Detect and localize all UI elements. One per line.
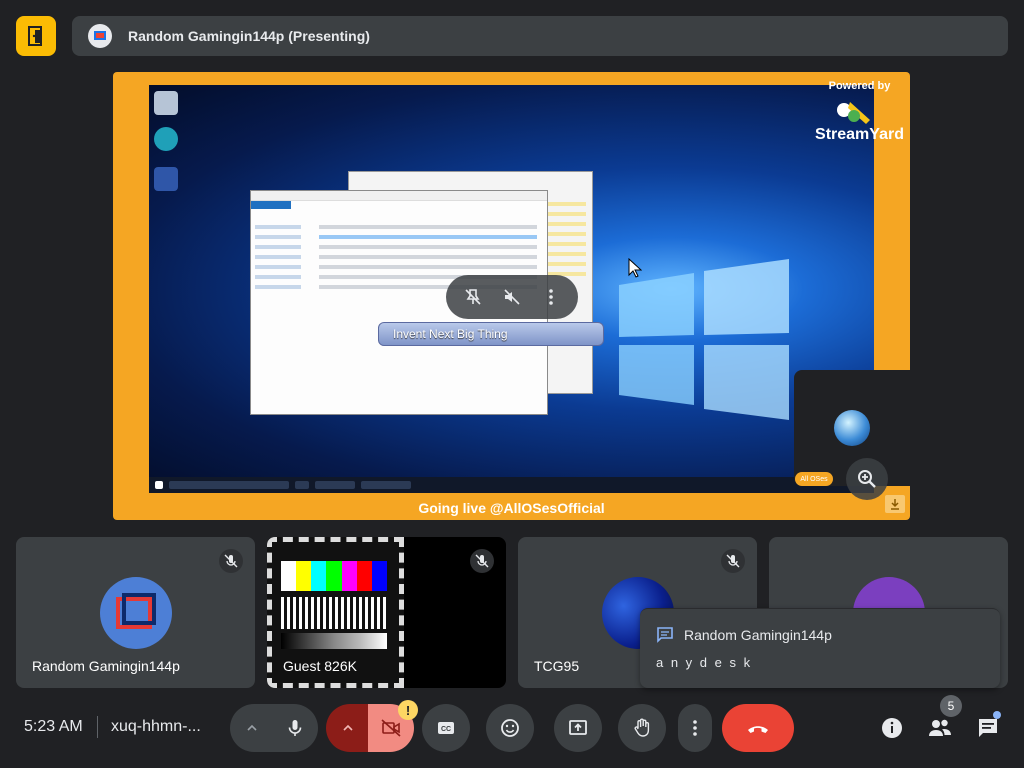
participants-count-badge: 5 xyxy=(940,695,962,717)
meeting-details-button[interactable] xyxy=(878,714,906,742)
participant-tile[interactable]: Random Gamingin144p xyxy=(16,537,255,688)
mouse-cursor-icon xyxy=(628,258,642,278)
participant-tile[interactable]: Guest 826K xyxy=(267,537,506,688)
mic-off-icon xyxy=(470,549,494,573)
mic-off-icon xyxy=(721,549,745,573)
reactions-button[interactable] xyxy=(486,704,534,752)
camera-avatar xyxy=(834,410,870,446)
presenter-title: Random Gamingin144p (Presenting) xyxy=(128,28,370,44)
chat-icon xyxy=(979,719,997,737)
app-shortcut-icon xyxy=(154,167,178,191)
participant-name: TCG95 xyxy=(534,658,580,674)
divider xyxy=(97,716,98,738)
tile-overlay-controls xyxy=(446,275,578,319)
captions-button[interactable]: CC xyxy=(422,704,470,752)
chat-notification[interactable]: Random Gamingin144p a n y d e s k xyxy=(640,608,1000,688)
pin-off-icon[interactable] xyxy=(463,287,483,307)
download-icon xyxy=(885,495,905,513)
present-screen-icon xyxy=(88,24,112,48)
streamyard-logo-icon xyxy=(837,102,870,124)
windows-taskbar xyxy=(149,477,874,493)
meeting-code[interactable]: xuq-hhmn-... xyxy=(111,718,201,736)
chat-unread-dot xyxy=(993,711,1001,719)
participant-name: Random Gamingin144p xyxy=(32,658,180,674)
call-end-icon xyxy=(748,726,768,733)
present-now-button[interactable] xyxy=(554,704,602,752)
participants-button[interactable] xyxy=(926,714,954,742)
mic-off-icon xyxy=(219,549,243,573)
present-to-all-icon xyxy=(569,720,587,735)
video-options-button[interactable] xyxy=(326,704,370,752)
windows-logo-icon xyxy=(619,259,789,420)
svg-text:CC: CC xyxy=(441,726,451,733)
microphone-button[interactable] xyxy=(272,704,318,752)
meeting-time: 5:23 AM xyxy=(24,718,83,735)
people-icon xyxy=(929,719,951,736)
emoji-icon xyxy=(501,719,519,737)
recycle-bin-icon xyxy=(154,91,178,115)
raise-hand-button[interactable] xyxy=(618,704,666,752)
hand-icon xyxy=(634,718,650,737)
participant-name: Guest 826K xyxy=(283,658,357,674)
going-live-banner: Going live @AllOSesOfficial xyxy=(418,500,605,516)
closed-captions-icon: CC xyxy=(438,722,454,734)
chevron-up-icon xyxy=(343,724,353,731)
zoom-in-icon[interactable] xyxy=(846,458,888,500)
more-vert-icon xyxy=(693,720,697,736)
more-options-button[interactable] xyxy=(678,704,712,752)
volume-off-icon[interactable] xyxy=(502,287,522,307)
powered-by-text: Powered by xyxy=(828,80,891,92)
presenter-bar: Random Gamingin144p (Presenting) xyxy=(72,16,1008,56)
overlay-label: Invent Next Big Thing xyxy=(378,322,604,346)
audio-options-button[interactable] xyxy=(230,704,274,752)
warning-badge: ! xyxy=(398,700,418,720)
door-exit-icon[interactable] xyxy=(16,16,56,56)
edge-icon xyxy=(154,127,178,151)
camera-badge: All OSes xyxy=(795,472,833,486)
leave-call-button[interactable] xyxy=(722,704,794,752)
chat-bubble-icon xyxy=(657,627,673,643)
avatar xyxy=(100,577,172,649)
chevron-up-icon xyxy=(247,724,257,731)
chat-sender: Random Gamingin144p xyxy=(684,627,832,643)
more-vert-icon[interactable] xyxy=(541,287,561,307)
info-icon xyxy=(882,718,902,738)
mic-icon xyxy=(288,720,302,736)
chat-message: a n y d e s k xyxy=(656,655,753,670)
videocam-off-icon xyxy=(381,719,401,737)
